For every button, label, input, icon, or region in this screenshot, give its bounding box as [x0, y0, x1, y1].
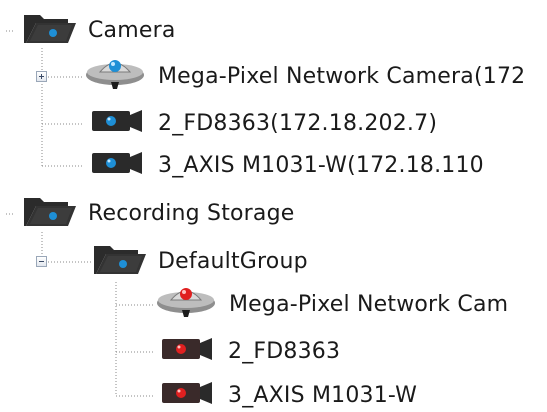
tree-node-recording-item[interactable]: 3_AXIS M1031-W	[160, 376, 417, 412]
tree-node-camera-item[interactable]: Mega-Pixel Network Camera(172	[84, 57, 525, 97]
folder-open-icon	[92, 242, 148, 282]
folder-open-icon	[22, 194, 78, 234]
box-camera-recording-icon	[160, 336, 214, 368]
tree-node-defaultgroup[interactable]: DefaultGroup	[92, 242, 308, 282]
box-camera-icon	[90, 108, 144, 140]
tree-node-recording-storage[interactable]: Recording Storage	[22, 194, 295, 234]
device-tree: Camera Mega-Pixel Network Camera(172 2_F…	[0, 0, 547, 412]
box-camera-recording-icon	[160, 380, 214, 412]
folder-open-icon	[22, 11, 78, 51]
tree-node-label: DefaultGroup	[158, 249, 308, 274]
tree-node-recording-item[interactable]: 2_FD8363	[160, 332, 340, 372]
tree-node-camera-item[interactable]: 3_AXIS M1031-W(172.18.110	[90, 146, 484, 186]
tree-node-camera-item[interactable]: 2_FD8363(172.18.202.7)	[90, 104, 437, 144]
dome-camera-icon	[84, 56, 146, 98]
tree-node-label: 2_FD8363(172.18.202.7)	[158, 111, 438, 136]
tree-node-label: Recording Storage	[88, 201, 295, 226]
tree-node-label: 3_AXIS M1031-W	[228, 383, 418, 408]
tree-node-label: Mega-Pixel Network Camera(172	[158, 64, 526, 89]
tree-node-label: 2_FD8363	[228, 339, 341, 364]
tree-node-label: 3_AXIS M1031-W(172.18.110	[158, 153, 484, 178]
tree-node-camera[interactable]: Camera	[22, 11, 176, 51]
expand-toggle-mega-pixel[interactable]	[36, 71, 47, 82]
box-camera-icon	[90, 150, 144, 182]
tree-node-recording-item[interactable]: Mega-Pixel Network Cam	[155, 285, 508, 325]
dome-camera-recording-icon	[155, 284, 217, 326]
collapse-toggle-defaultgroup[interactable]	[36, 256, 47, 267]
tree-node-label: Camera	[88, 18, 176, 43]
tree-node-label: Mega-Pixel Network Cam	[229, 292, 509, 317]
